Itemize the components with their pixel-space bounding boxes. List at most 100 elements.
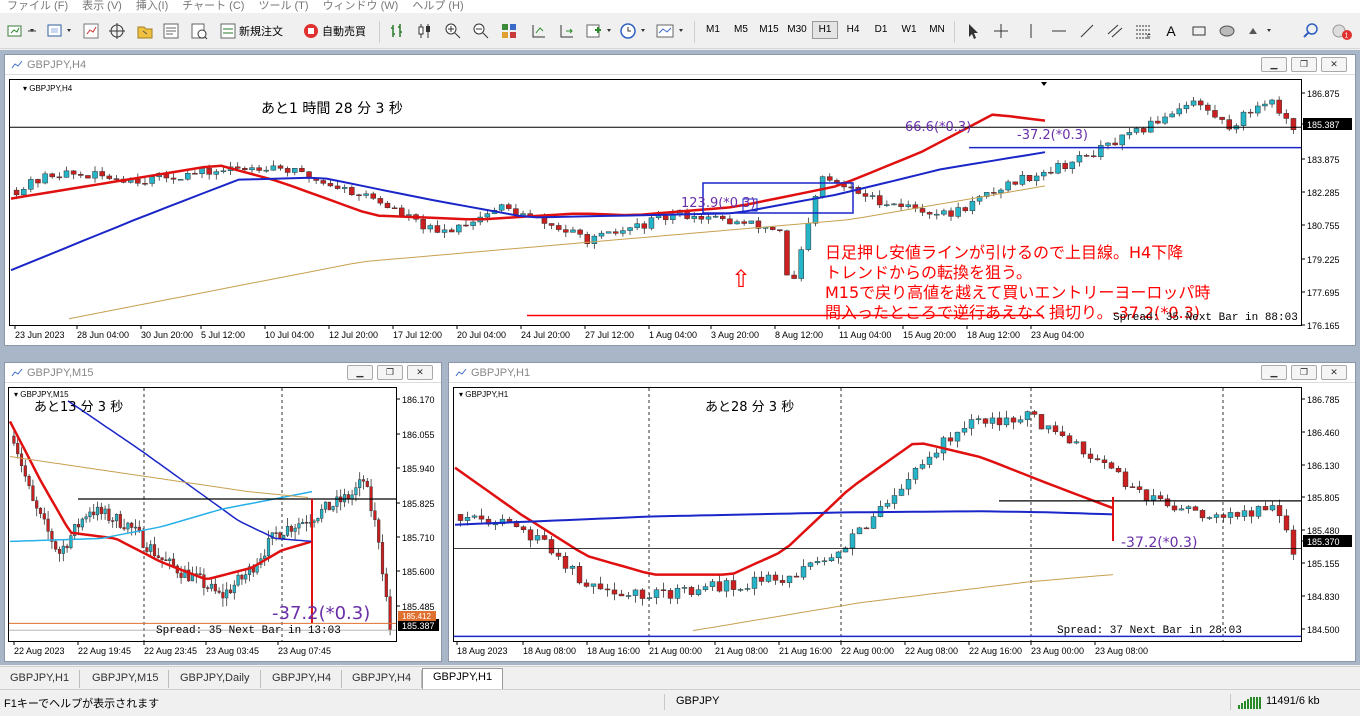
trendline-icon[interactable] xyxy=(1076,20,1098,42)
candle-body xyxy=(1038,414,1045,430)
timeframe-button-w1[interactable]: W1 xyxy=(896,24,922,35)
price-axis-label: 185.485 xyxy=(402,602,435,612)
navigator-icon[interactable] xyxy=(134,20,156,42)
time-axis-label: 11 Aug 04:00 xyxy=(839,330,891,340)
timeframe-button-m30[interactable]: M30 xyxy=(784,24,810,35)
price-axis-label: 186.460 xyxy=(1307,428,1340,438)
zoom-out-icon[interactable] xyxy=(470,20,492,42)
terminal-icon[interactable] xyxy=(160,20,182,42)
chart-tab[interactable]: GBPJPY,M15 xyxy=(82,670,170,688)
chart-tab[interactable]: GBPJPY,H1 xyxy=(422,668,504,689)
candle-body xyxy=(399,207,405,216)
crosshair-tool-icon[interactable] xyxy=(990,20,1012,42)
timeframe-button-h1[interactable]: H1 xyxy=(812,21,838,39)
price-chart-h1[interactable]: 186.785 186.460 186.130 185.805 185.480185.3… xyxy=(453,387,1353,659)
minimize-button[interactable]: ▁ xyxy=(347,365,373,380)
price-chart-h4[interactable]: 186.875 185.387 183.875 182.285 180.755 179.2… xyxy=(9,79,1353,343)
candle-body xyxy=(99,171,105,177)
candle-body xyxy=(1227,512,1234,518)
candle-body xyxy=(1212,110,1218,118)
restore-button[interactable]: ❐ xyxy=(1291,365,1317,380)
timeframe-button-m15[interactable]: M15 xyxy=(756,24,782,35)
close-button[interactable]: ✕ xyxy=(1321,57,1347,72)
chart-tab[interactable]: GBPJPY,H4 xyxy=(262,670,343,688)
candle-body xyxy=(576,566,583,584)
timeframe-button-mn[interactable]: MN xyxy=(924,24,950,35)
horizontal-line-icon[interactable] xyxy=(1048,20,1070,42)
menu-item[interactable]: 表示 (V) xyxy=(75,0,129,12)
candle-body xyxy=(975,418,982,420)
close-button[interactable]: ✕ xyxy=(1321,365,1347,380)
candle-body xyxy=(948,210,954,217)
restore-button[interactable]: ❐ xyxy=(377,365,403,380)
chart-window-h4[interactable]: GBPJPY,H4 ▁ ❐ ✕ 186.875 185.387 183.875 182… xyxy=(4,54,1356,346)
menu-item[interactable]: ウィンドウ (W) xyxy=(316,0,406,12)
menu-item[interactable]: ツール (T) xyxy=(251,0,315,12)
minimize-button[interactable]: ▁ xyxy=(1261,365,1287,380)
fibonacci-icon[interactable]: F xyxy=(1132,20,1154,42)
menu-item[interactable]: ファイル (F) xyxy=(0,0,75,12)
candle-body xyxy=(534,535,541,541)
vertical-line-icon[interactable] xyxy=(1020,20,1042,42)
candle-body xyxy=(835,551,842,559)
menu-item[interactable]: ヘルプ (H) xyxy=(405,0,470,12)
menu-item[interactable]: 挿入(I) xyxy=(129,0,175,12)
chart-window-m15[interactable]: GBPJPY,M15 ▁ ❐ ✕ 186.170 186.055 185.940 18… xyxy=(4,362,442,662)
close-button[interactable]: ✕ xyxy=(407,365,433,380)
profiles-button[interactable] xyxy=(44,20,80,42)
timeframe-button-h4[interactable]: H4 xyxy=(840,24,866,35)
new-order-button[interactable]: 新規注文 xyxy=(213,20,289,42)
candle-body xyxy=(1101,459,1108,463)
channel-icon[interactable] xyxy=(1104,20,1126,42)
window-title-bar[interactable]: GBPJPY,H4 xyxy=(5,55,1355,75)
timeframe-button-d1[interactable]: D1 xyxy=(868,24,894,35)
auto-trade-button[interactable]: 自動売買 xyxy=(298,20,370,42)
shapes-dropdown-button[interactable] xyxy=(1244,20,1276,42)
chart-tab[interactable]: GBPJPY,Daily xyxy=(170,670,261,688)
autoscroll-icon[interactable] xyxy=(556,20,578,42)
candle-body xyxy=(171,558,176,567)
periods-button[interactable] xyxy=(618,20,650,42)
templates-button[interactable] xyxy=(654,20,688,42)
tile-windows-icon[interactable] xyxy=(498,20,520,42)
candle-body xyxy=(202,574,206,588)
chart-tab[interactable]: GBPJPY,H4 xyxy=(342,670,423,688)
restore-button[interactable]: ❐ xyxy=(1291,57,1317,72)
crosshair-icon[interactable] xyxy=(106,20,128,42)
timeframe-button-m1[interactable]: M1 xyxy=(700,24,726,35)
cursor-icon[interactable] xyxy=(962,20,984,42)
chart-shift-icon[interactable] xyxy=(528,20,550,42)
candle-body xyxy=(777,229,783,232)
candle-body xyxy=(1143,489,1150,501)
search-icon[interactable] xyxy=(1300,20,1322,42)
candle-body xyxy=(1290,529,1297,555)
text-icon[interactable]: A xyxy=(1160,20,1182,42)
candle-body xyxy=(627,227,633,231)
candle-body xyxy=(70,170,77,175)
strategy-tester-icon[interactable] xyxy=(188,20,210,42)
chart-tab[interactable]: GBPJPY,H1 xyxy=(0,670,81,688)
ellipse-icon[interactable] xyxy=(1216,20,1238,42)
price-chart-m15[interactable]: 186.170 186.055 185.940 185.825 185.710 185.6… xyxy=(8,387,440,659)
zoom-in-icon[interactable] xyxy=(442,20,464,42)
menu-item[interactable]: チャート (C) xyxy=(175,0,251,12)
timeframe-button-m5[interactable]: M5 xyxy=(728,24,754,35)
candle-body xyxy=(1129,486,1136,488)
bar-chart-icon[interactable] xyxy=(386,20,408,42)
indicators-button[interactable] xyxy=(584,20,616,42)
candle-body xyxy=(1255,105,1261,114)
notifications-icon[interactable]: 1 xyxy=(1328,20,1354,42)
candlestick-icon[interactable] xyxy=(414,20,436,42)
symbol-label: ▾ GBPJPY,H4 xyxy=(23,84,73,93)
rectangle-icon[interactable] xyxy=(1188,20,1210,42)
market-watch-icon[interactable] xyxy=(80,20,102,42)
new-chart-button[interactable] xyxy=(4,20,44,42)
candle-body xyxy=(448,229,455,233)
minimize-button[interactable]: ▁ xyxy=(1261,57,1287,72)
chart-window-h1[interactable]: GBPJPY,H1 ▁ ❐ ✕ 186.785 186.460 186.130 185… xyxy=(448,362,1356,662)
candle-body xyxy=(320,508,324,519)
status-bar: F1キーでヘルプが表示されます GBPJPY 11491/6 kb xyxy=(0,689,1360,716)
candle-body xyxy=(312,520,316,523)
window-title-bar[interactable]: GBPJPY,H1 xyxy=(449,363,1355,383)
candle-body xyxy=(598,232,605,237)
